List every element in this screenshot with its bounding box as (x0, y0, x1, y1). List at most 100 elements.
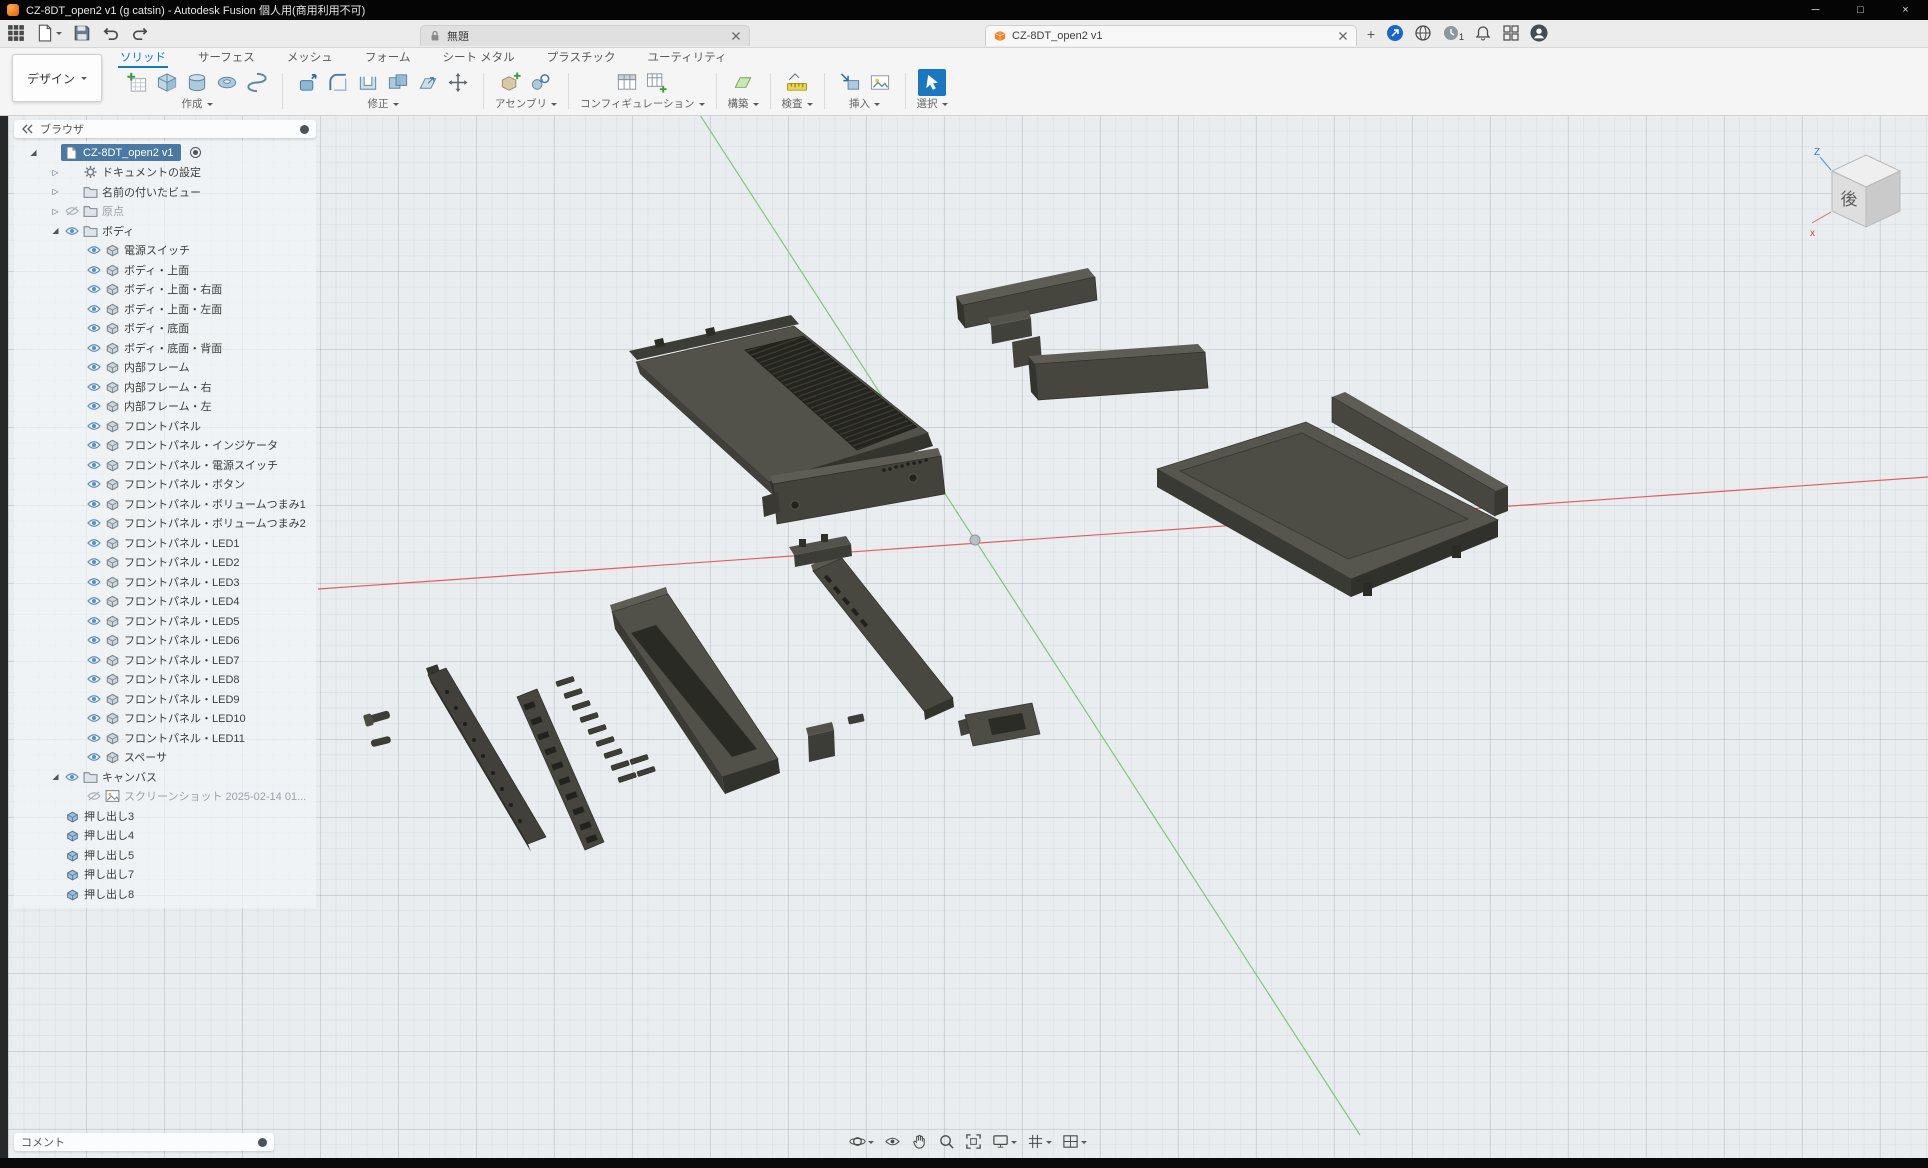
browser-item-35[interactable]: 押し出し4 (14, 826, 316, 846)
visibility-eye-icon[interactable] (87, 518, 101, 528)
workspace-switcher[interactable]: デザイン (12, 54, 102, 102)
nav-viewports-button[interactable] (1062, 1133, 1087, 1150)
browser-header[interactable]: ブラウザ (14, 120, 316, 138)
ribbon-tab-2[interactable]: メッシュ (285, 47, 335, 68)
browser-item-11[interactable]: 内部フレーム (14, 358, 316, 378)
minimize-button[interactable]: ─ (1793, 0, 1838, 20)
group-menu-5[interactable]: 検査 (782, 96, 813, 113)
browser-item-0[interactable]: ◢CZ-8DT_open2 v1 (14, 143, 316, 163)
group-menu-6[interactable]: 挿入 (849, 96, 880, 113)
visibility-eye-icon[interactable] (87, 304, 101, 314)
undo-button[interactable] (102, 24, 120, 42)
tool-coil[interactable] (243, 69, 271, 96)
screw-parts[interactable] (363, 708, 392, 747)
tool-torus[interactable] (213, 69, 241, 96)
tool-box[interactable] (153, 69, 181, 96)
nav-grid-snap-button[interactable] (1027, 1133, 1052, 1150)
tool-fillet[interactable] (324, 69, 352, 96)
browser-item-30[interactable]: フロントパネル・LED11 (14, 728, 316, 748)
nav-fit-button[interactable] (965, 1133, 982, 1150)
tool-insert-derive[interactable] (836, 69, 864, 96)
expanded-arrow-icon[interactable]: ◢ (50, 226, 61, 235)
view-cube[interactable]: Z x 後 (1808, 143, 1920, 247)
collapsed-arrow-icon[interactable]: ▷ (50, 168, 61, 177)
browser-item-22[interactable]: フロントパネル・LED3 (14, 572, 316, 592)
account-button[interactable] (1530, 24, 1548, 42)
browser-item-29[interactable]: フロントパネル・LED10 (14, 709, 316, 729)
visibility-eye-icon[interactable] (87, 343, 101, 353)
app-grid-button[interactable] (7, 24, 25, 42)
bottom-tray-part[interactable] (1157, 392, 1508, 597)
browser-item-19[interactable]: フロントパネル・ボリュームつまみ2 (14, 514, 316, 534)
browser-item-31[interactable]: スペーサ (14, 748, 316, 768)
visibility-eye-icon[interactable] (87, 674, 101, 684)
browser-item-10[interactable]: ボディ・底面・背面 (14, 338, 316, 358)
job-status-button[interactable]: 1 (1442, 24, 1464, 42)
visibility-eye-icon[interactable] (87, 460, 101, 470)
visibility-eye-icon[interactable] (87, 616, 101, 626)
browser-item-14[interactable]: フロントパネル (14, 416, 316, 436)
tool-shell[interactable] (354, 69, 382, 96)
browser-item-25[interactable]: フロントパネル・LED6 (14, 631, 316, 651)
nav-zoom-button[interactable] (938, 1133, 955, 1150)
tool-config-insert[interactable] (643, 69, 671, 96)
visibility-eye-icon[interactable] (87, 362, 101, 372)
visibility-eye-icon[interactable] (65, 226, 79, 236)
visibility-eye-icon[interactable] (87, 479, 101, 489)
browser-item-9[interactable]: ボディ・底面 (14, 319, 316, 339)
ribbon-tab-0[interactable]: ソリッド (118, 47, 168, 68)
extensions-button[interactable] (1386, 24, 1404, 42)
visibility-eye-icon[interactable] (87, 752, 101, 762)
ribbon-tab-3[interactable]: フォーム (363, 47, 413, 68)
browser-item-1[interactable]: ▷ドキュメントの設定 (14, 163, 316, 183)
nav-pan-button[interactable] (911, 1133, 928, 1150)
browser-item-13[interactable]: 内部フレーム・左 (14, 397, 316, 417)
tool-create-sketch[interactable] (123, 69, 151, 96)
visibility-eye-icon[interactable] (87, 245, 101, 255)
help-globe-button[interactable] (1414, 24, 1432, 42)
tool-move[interactable] (444, 69, 472, 96)
visibility-eye-icon[interactable] (87, 655, 101, 665)
nav-orbit-button[interactable] (849, 1133, 874, 1150)
visibility-eye-icon[interactable] (87, 265, 101, 275)
collapsed-arrow-icon[interactable]: ▷ (50, 207, 61, 216)
visibility-eye-icon[interactable] (87, 596, 101, 606)
file-button[interactable] (36, 24, 62, 42)
tool-combine[interactable] (384, 69, 412, 96)
visibility-eye-icon[interactable] (87, 401, 101, 411)
browser-item-15[interactable]: フロントパネル・インジケータ (14, 436, 316, 456)
visibility-eye-icon[interactable] (87, 577, 101, 587)
browser-item-21[interactable]: フロントパネル・LED2 (14, 553, 316, 573)
document-tab-untitled[interactable]: 無題 (420, 25, 750, 46)
visibility-eye-icon[interactable] (87, 635, 101, 645)
ribbon-tab-1[interactable]: サーフェス (196, 47, 257, 68)
document-tab-active[interactable]: CZ-8DT_open2 v1 (985, 25, 1357, 46)
visibility-eye-icon[interactable] (87, 284, 101, 294)
redo-button[interactable] (131, 24, 149, 42)
panel-handle-icon[interactable] (300, 125, 309, 134)
ribbon-tab-6[interactable]: ユーティリティ (645, 47, 728, 68)
apps-button[interactable] (1502, 24, 1520, 42)
visibility-eye-icon[interactable] (87, 694, 101, 704)
collapse-chevrons-icon[interactable] (21, 123, 33, 135)
support-board-part[interactable] (789, 534, 954, 720)
visibility-eye-icon[interactable] (87, 440, 101, 450)
browser-item-8[interactable]: ボディ・上面・左面 (14, 299, 316, 319)
panel-handle-icon[interactable] (258, 1138, 267, 1147)
comments-bar[interactable]: コメント (14, 1133, 274, 1151)
browser-item-24[interactable]: フロントパネル・LED5 (14, 611, 316, 631)
close-icon[interactable] (1338, 31, 1348, 41)
close-icon[interactable] (731, 31, 741, 41)
nav-look-at-button[interactable] (884, 1133, 901, 1150)
maximize-button[interactable]: □ (1838, 0, 1883, 20)
browser-item-26[interactable]: フロントパネル・LED7 (14, 650, 316, 670)
browser-item-38[interactable]: 押し出し8 (14, 884, 316, 904)
browser-item-17[interactable]: フロントパネル・ボタン (14, 475, 316, 495)
notifications-button[interactable] (1474, 24, 1492, 42)
canvas-viewport[interactable]: ブラウザ ◢CZ-8DT_open2 v1▷ドキュメントの設定▷名前の付いたビュ… (8, 115, 1928, 1158)
small-tray-part[interactable] (958, 703, 1040, 746)
close-button[interactable]: × (1883, 0, 1928, 20)
visibility-eye-icon[interactable] (87, 382, 101, 392)
browser-item-28[interactable]: フロントパネル・LED9 (14, 689, 316, 709)
ribbon-tab-5[interactable]: プラスチック (545, 47, 618, 68)
